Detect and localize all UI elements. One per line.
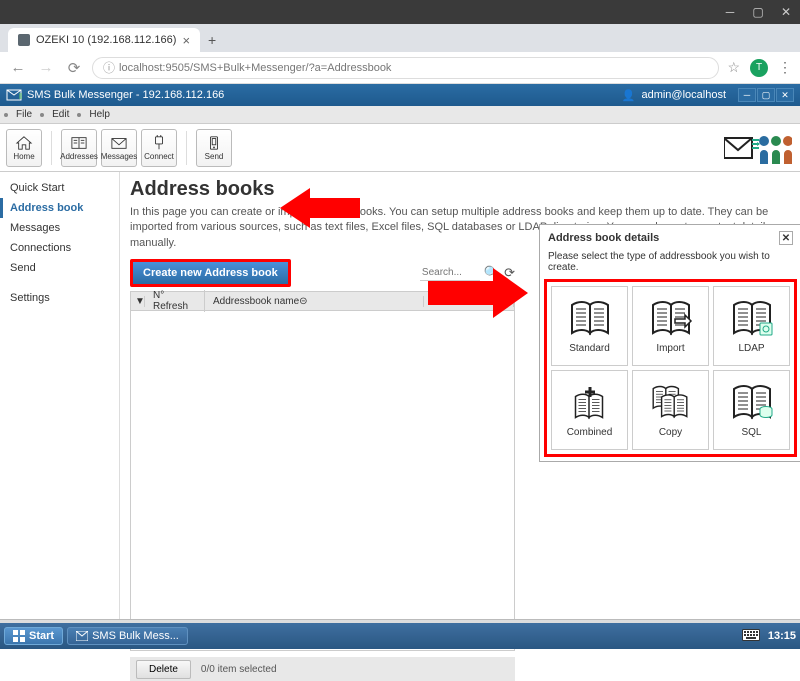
type-import[interactable]: Import [632, 286, 709, 366]
tab-title: OZEKI 10 (192.168.112.166) [36, 34, 176, 46]
sidebar-item-addressbook[interactable]: Address book [0, 198, 119, 218]
col-name[interactable]: Addressbook name⊝ [205, 296, 424, 307]
browser-menu-icon[interactable]: ⋮ [778, 59, 792, 76]
taskbar: Start SMS Bulk Mess... 13:15 [0, 623, 800, 649]
app-maximize-icon[interactable]: ▢ [757, 88, 775, 102]
user-icon: 👤 [622, 89, 636, 102]
type-combined[interactable]: Combined [551, 370, 628, 450]
app-titlebar: SMS Bulk Messenger - 192.168.112.166 👤 a… [0, 84, 800, 106]
minimize-icon[interactable]: ─ [724, 6, 736, 18]
type-label: Standard [569, 343, 610, 354]
toolbar: Home Addresses Messages Connect Send [0, 124, 800, 172]
addressbook-type-grid: Standard Import LDAP Combined Copy SQL [544, 279, 797, 457]
reload-icon[interactable]: ⟳ [64, 58, 84, 78]
info-icon: ⓘ [103, 59, 115, 76]
type-sql[interactable]: SQL [713, 370, 790, 450]
table-body [130, 311, 515, 651]
toolbar-label: Home [13, 152, 34, 161]
home-button[interactable]: Home [6, 129, 42, 167]
type-ldap[interactable]: LDAP [713, 286, 790, 366]
page-title: Address books [130, 178, 790, 201]
browser-toolbar: ← → ⟳ ⓘ localhost:9505/SMS+Bulk+Messenge… [0, 52, 800, 84]
type-copy[interactable]: Copy [632, 370, 709, 450]
sidebar: Quick Start Address book Messages Connec… [0, 172, 120, 647]
table-footer: Delete 0/0 item selected [130, 657, 515, 681]
start-button[interactable]: Start [4, 627, 63, 645]
back-icon[interactable]: ← [8, 58, 28, 78]
addresses-button[interactable]: Addresses [61, 129, 97, 167]
details-description: Please select the type of addressbook yo… [544, 251, 797, 279]
start-icon [13, 630, 25, 642]
app-minimize-icon[interactable]: ─ [738, 88, 756, 102]
browser-tabs: OZEKI 10 (192.168.112.166) × + [0, 24, 800, 52]
toolbar-label: Addresses [60, 152, 98, 161]
bullet-icon [77, 113, 81, 117]
menu-edit[interactable]: Edit [46, 107, 75, 122]
menubar: File Edit Help [0, 106, 800, 124]
col-expand[interactable]: ▼ [131, 296, 145, 307]
sidebar-item-settings[interactable]: Settings [0, 288, 119, 308]
bookmark-icon[interactable]: ☆ [727, 59, 740, 76]
close-icon[interactable]: ✕ [780, 6, 792, 18]
app-icon [6, 89, 22, 101]
type-label: Combined [567, 427, 613, 438]
profile-badge[interactable]: T [750, 59, 768, 77]
url-text: localhost:9505/SMS+Bulk+Messenger/?a=Add… [119, 62, 391, 74]
toolbar-label: Messages [101, 152, 137, 161]
details-close-icon[interactable]: ✕ [779, 231, 793, 245]
browser-tab[interactable]: OZEKI 10 (192.168.112.166) × [8, 28, 200, 52]
url-input[interactable]: ⓘ localhost:9505/SMS+Bulk+Messenger/?a=A… [92, 57, 719, 79]
taskbar-label: SMS Bulk Mess... [92, 630, 179, 642]
content-area: Address books In this page you can creat… [120, 172, 800, 647]
type-label: Copy [659, 427, 682, 438]
bullet-icon [4, 113, 8, 117]
os-titlebar: ─ ▢ ✕ [0, 0, 800, 24]
menu-help[interactable]: Help [83, 107, 116, 122]
clock: 13:15 [768, 630, 796, 642]
brand-logo [724, 130, 792, 169]
sidebar-item-messages[interactable]: Messages [0, 218, 119, 238]
sidebar-item-send[interactable]: Send [0, 258, 119, 278]
toolbar-label: Connect [144, 152, 174, 161]
messages-button[interactable]: Messages [101, 129, 137, 167]
admin-link[interactable]: admin@localhost [641, 89, 726, 101]
tab-close-icon[interactable]: × [182, 33, 190, 48]
type-standard[interactable]: Standard [551, 286, 628, 366]
app-close-icon[interactable]: ✕ [776, 88, 794, 102]
send-button[interactable]: Send [196, 129, 232, 167]
start-label: Start [29, 630, 54, 642]
bullet-icon [40, 113, 44, 117]
create-address-book-button[interactable]: Create new Address book [130, 259, 291, 287]
favicon-icon [18, 34, 30, 46]
col-refresh[interactable]: N° Refresh [145, 290, 205, 312]
type-label: SQL [741, 427, 761, 438]
sidebar-item-quickstart[interactable]: Quick Start [0, 178, 119, 198]
keyboard-icon[interactable] [742, 629, 760, 644]
toolbar-label: Send [205, 152, 224, 161]
type-label: Import [656, 343, 684, 354]
envelope-icon [76, 631, 88, 641]
details-title: Address book details [548, 232, 659, 244]
app-title: SMS Bulk Messenger - 192.168.112.166 [27, 89, 224, 101]
type-label: LDAP [738, 343, 764, 354]
details-panel: Address book details ✕ Please select the… [539, 224, 800, 462]
connect-button[interactable]: Connect [141, 129, 177, 167]
taskbar-item[interactable]: SMS Bulk Mess... [67, 627, 188, 645]
main-layout: Quick Start Address book Messages Connec… [0, 172, 800, 647]
selection-text: 0/0 item selected [201, 664, 277, 675]
menu-file[interactable]: File [10, 107, 38, 122]
new-tab-button[interactable]: + [200, 28, 224, 52]
sidebar-item-connections[interactable]: Connections [0, 238, 119, 258]
maximize-icon[interactable]: ▢ [752, 6, 764, 18]
delete-button[interactable]: Delete [136, 660, 191, 679]
annotation-arrow-icon [280, 188, 360, 228]
forward-icon[interactable]: → [36, 58, 56, 78]
annotation-arrow-icon [428, 268, 528, 318]
